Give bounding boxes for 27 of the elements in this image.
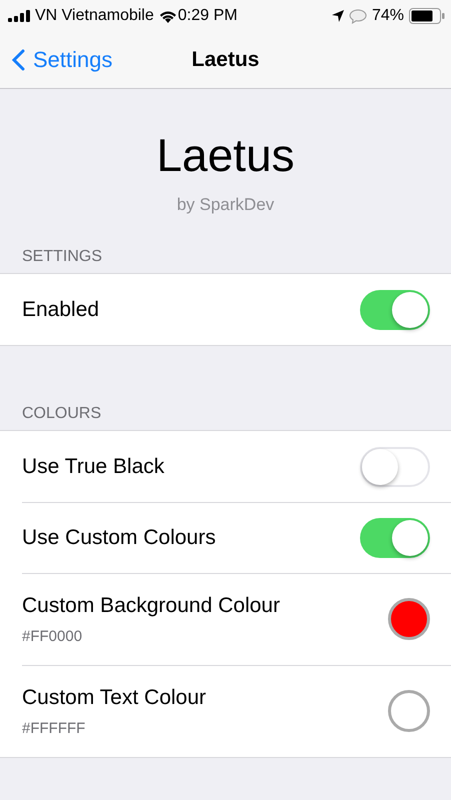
section-header: COLOURS [21, 404, 102, 424]
battery-percentage: 74% [372, 7, 404, 25]
toggle-switch[interactable] [360, 290, 430, 330]
colour-swatch[interactable] [388, 690, 430, 732]
section-header: SETTINGS [21, 247, 104, 267]
toggle-switch[interactable] [360, 446, 430, 486]
toggle-switch[interactable] [360, 518, 430, 558]
carrier-name: VN Vietnamobile [35, 7, 154, 25]
colour-value: #FFFFFF [22, 720, 86, 736]
location-arrow-icon [332, 10, 344, 22]
wifi-icon [158, 10, 177, 22]
setting-label: Custom Text Colour [22, 686, 208, 710]
setting-label: Custom Background Colour [22, 594, 281, 618]
clock-time: 0:29 PM [178, 7, 238, 25]
app-subtitle: by SparkDev [176, 195, 274, 215]
app-title: Laetus [156, 128, 295, 183]
setting-label: Use True Black [22, 454, 166, 478]
setting-label: Use Custom Colours [22, 526, 217, 550]
speech-bubble-icon [348, 8, 367, 24]
colour-value: #FF0000 [22, 628, 84, 644]
back-chevron-icon [12, 49, 25, 71]
back-button[interactable]: Settings [0, 47, 112, 73]
colour-swatch[interactable] [388, 598, 430, 640]
setting-label: Enabled [22, 298, 100, 322]
battery-icon [409, 8, 445, 24]
page-title: Laetus [192, 48, 260, 71]
signal-icon [8, 10, 30, 22]
